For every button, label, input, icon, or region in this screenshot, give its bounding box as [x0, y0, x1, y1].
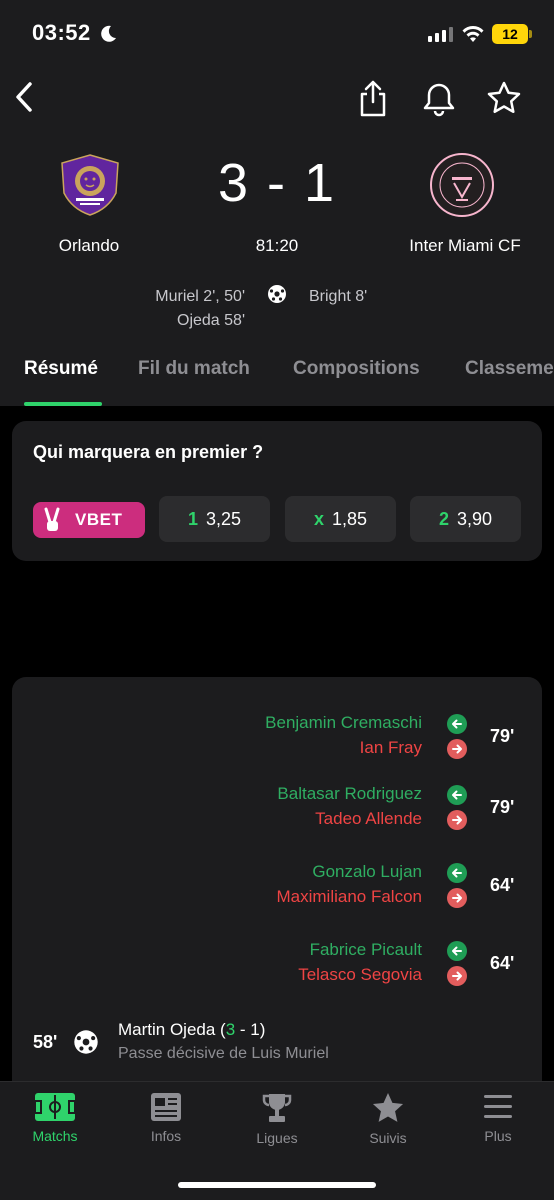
- bookmaker-name: VBET: [75, 510, 123, 529]
- sub-player-out: Telasco Segovia: [298, 965, 422, 984]
- orlando-city-logo: [61, 154, 119, 216]
- nav-label: Suivis: [369, 1130, 407, 1146]
- moon-icon: [101, 25, 116, 42]
- sub-player-out: Ian Fray: [359, 738, 422, 757]
- back-button[interactable]: [8, 78, 42, 116]
- away-scorers: Bright 8': [309, 285, 509, 309]
- tab-resume[interactable]: Résumé: [24, 358, 98, 380]
- odd-home-button[interactable]: 1 3,25: [159, 496, 270, 542]
- arrow-out-icon: [447, 739, 467, 759]
- arrow-out-icon: [447, 888, 467, 908]
- tab-classement[interactable]: Classement: [465, 358, 554, 380]
- odd-draw-button[interactable]: x 1,85: [285, 496, 396, 542]
- odd-value: 3,90: [456, 509, 493, 529]
- signal-icon: [428, 27, 453, 42]
- star-icon: [372, 1092, 404, 1122]
- arrow-in-icon: [447, 785, 467, 805]
- nav-plus[interactable]: Plus: [448, 1092, 548, 1144]
- tab-bar: Résumé Fil du match Compositions Classem…: [0, 358, 554, 406]
- soccer-ball-icon: [74, 1030, 98, 1054]
- pitch-icon: [34, 1093, 76, 1121]
- arrow-in-icon: [447, 863, 467, 883]
- wifi-icon: [462, 26, 484, 42]
- sub-minute: 64': [490, 953, 515, 973]
- odd-key: x: [313, 509, 324, 529]
- arrow-in-icon: [447, 941, 467, 961]
- match-clock: 81:20: [255, 236, 299, 255]
- match-events-card: Benjamin Cremaschi Ian Fray 79' Baltasar…: [12, 677, 542, 1097]
- score: 3 - 1: [217, 153, 337, 213]
- goal-scorer: Martin Ojeda (3 - 1): [118, 1020, 265, 1040]
- home-scorer: Muriel 2', 50': [155, 288, 245, 305]
- nav-matchs[interactable]: Matchs: [5, 1092, 105, 1144]
- sub-player-in: Fabrice Picault: [309, 940, 422, 959]
- nav-label: Ligues: [256, 1130, 298, 1146]
- arrow-out-icon: [447, 966, 467, 986]
- odd-value: 1,85: [331, 509, 368, 529]
- goal-score-rest: - 1): [235, 1020, 266, 1039]
- arrow-in-icon: [447, 714, 467, 734]
- status-time: 03:52: [32, 20, 91, 45]
- nav-suivis[interactable]: Suivis: [338, 1092, 438, 1146]
- battery-tip: [529, 30, 532, 38]
- sub-player-in: Gonzalo Lujan: [312, 862, 422, 881]
- nav-ligues[interactable]: Ligues: [227, 1092, 327, 1146]
- home-scorer: Ojeda 58': [177, 312, 245, 329]
- away-scorer: Bright 8': [309, 288, 368, 305]
- odd-key: 1: [187, 509, 198, 529]
- nav-label: Matchs: [32, 1128, 78, 1144]
- tab-compositions[interactable]: Compositions: [293, 358, 420, 380]
- vbet-logo-button[interactable]: VBET: [33, 502, 145, 538]
- battery-indicator: 12: [492, 24, 528, 44]
- goal-minute: 58': [33, 1032, 58, 1052]
- sub-player-in: Benjamin Cremaschi: [265, 713, 422, 732]
- share-button[interactable]: [356, 78, 390, 118]
- trophy-icon: [262, 1094, 292, 1122]
- tab-fil-du-match[interactable]: Fil du match: [138, 358, 250, 380]
- favorite-star-button[interactable]: [486, 80, 522, 116]
- odd-away-button[interactable]: 2 3,90: [410, 496, 521, 542]
- victory-hand-icon: [44, 507, 60, 531]
- sub-player-in: Baltasar Rodriguez: [277, 784, 422, 803]
- nav-label: Plus: [484, 1128, 512, 1144]
- news-icon: [151, 1093, 181, 1121]
- inter-miami-logo: [430, 153, 494, 217]
- sub-player-out: Tadeo Allende: [315, 809, 422, 828]
- nav-infos[interactable]: Infos: [116, 1092, 216, 1144]
- home-scorers: Muriel 2', 50' Ojeda 58': [40, 285, 245, 333]
- odd-key: 2: [438, 509, 449, 529]
- bell-button[interactable]: [420, 80, 458, 118]
- goal-assist: Passe décisive de Luis Muriel: [118, 1045, 329, 1062]
- active-tab-indicator: [24, 402, 102, 406]
- arrow-out-icon: [447, 810, 467, 830]
- home-team-name: Orlando: [58, 236, 120, 255]
- soccer-ball-icon: [268, 285, 286, 303]
- odds-title: Qui marquera en premier ?: [33, 442, 264, 462]
- odd-value: 3,25: [205, 509, 242, 529]
- sub-minute: 79': [490, 726, 515, 746]
- home-indicator: [178, 1182, 376, 1188]
- goal-home-score: 3: [225, 1020, 236, 1039]
- away-team-name: Inter Miami CF: [409, 236, 521, 255]
- sub-minute: 64': [490, 875, 515, 895]
- first-scorer-odds-card: Qui marquera en premier ? VBET 1 3,25 x 1,…: [12, 421, 542, 561]
- sub-minute: 79': [490, 797, 515, 817]
- nav-label: Infos: [150, 1128, 182, 1144]
- sub-player-out: Maximiliano Falcon: [276, 887, 423, 906]
- goal-player-name: Martin Ojeda (: [118, 1020, 226, 1039]
- menu-icon: [484, 1095, 512, 1118]
